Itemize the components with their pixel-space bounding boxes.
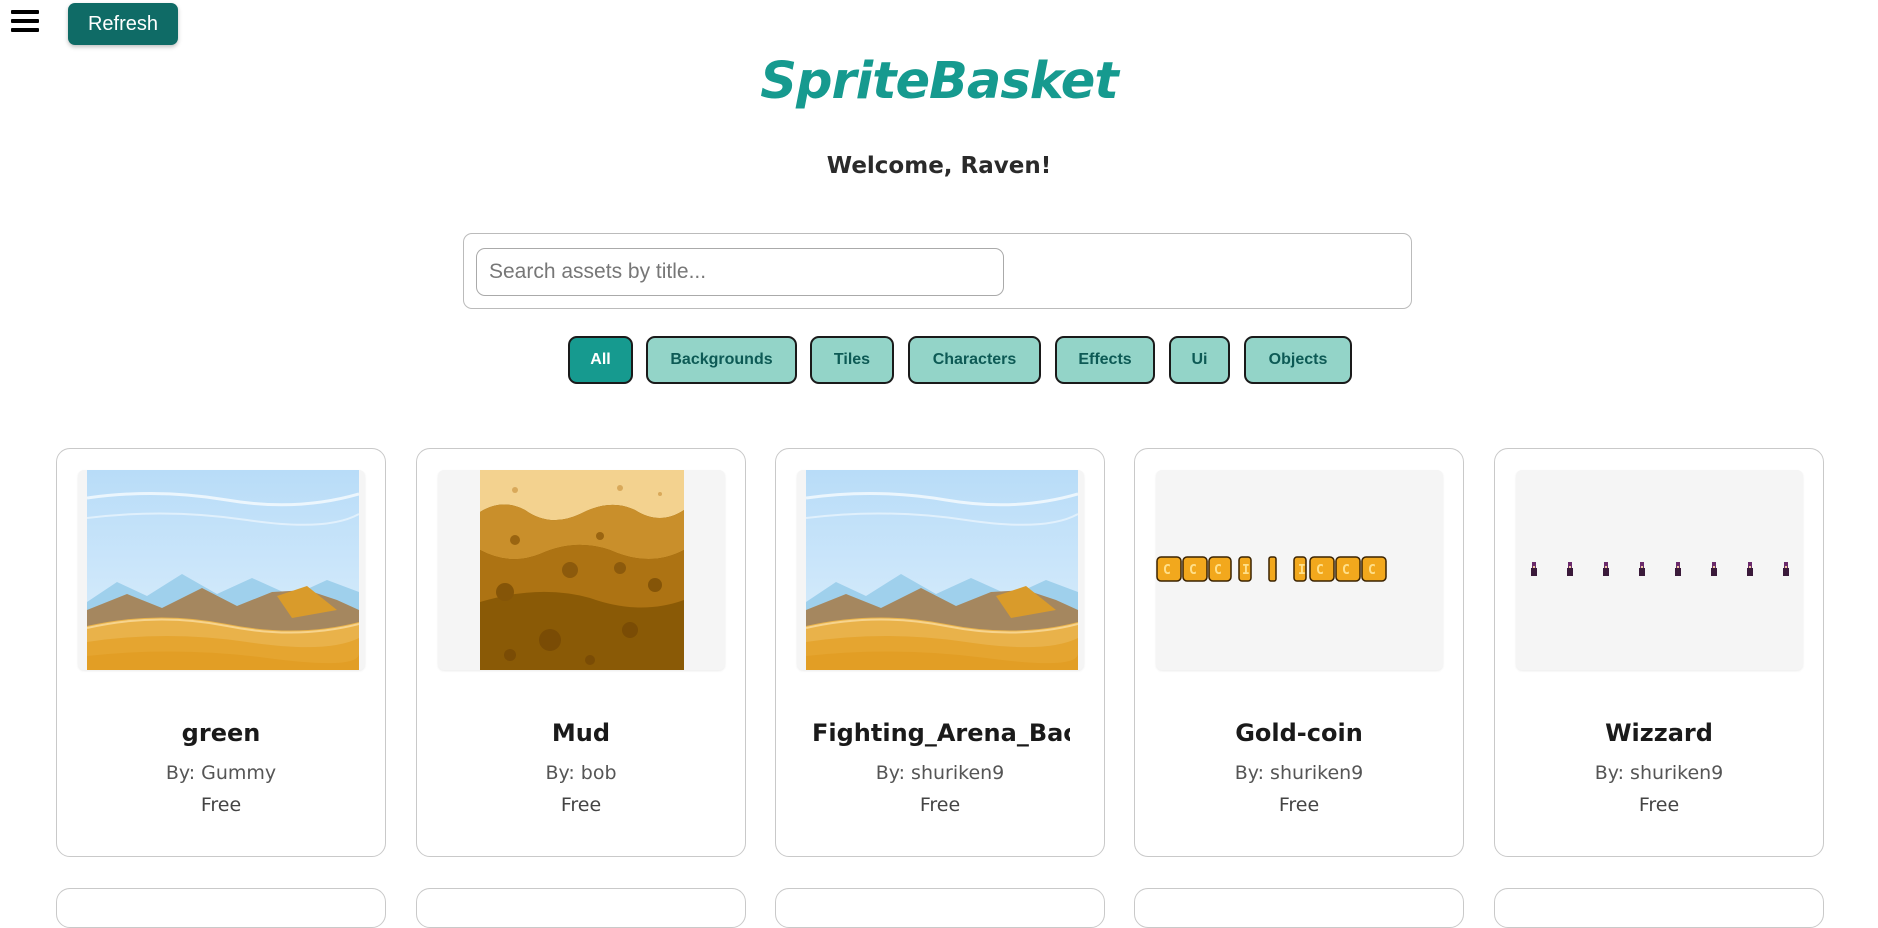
asset-price: Free	[919, 794, 961, 816]
asset-author: By: shuriken9	[1594, 762, 1724, 784]
filter-characters[interactable]: Characters	[908, 336, 1041, 384]
asset-title: Mud	[551, 719, 611, 747]
svg-text:I: I	[1298, 563, 1306, 578]
svg-text:I: I	[1242, 563, 1250, 578]
svg-text:C: C	[1316, 563, 1324, 578]
filter-ui[interactable]: Ui	[1169, 336, 1230, 384]
svg-text:C: C	[1342, 563, 1350, 578]
asset-card[interactable]	[56, 888, 386, 928]
refresh-button[interactable]: Refresh	[68, 3, 178, 45]
asset-title: Wizzard	[1605, 719, 1713, 747]
svg-text:C: C	[1214, 563, 1222, 578]
filter-tiles[interactable]: Tiles	[810, 336, 894, 384]
desert-background-thumbnail	[797, 470, 1084, 670]
filter-effects[interactable]: Effects	[1055, 336, 1155, 384]
asset-author: By: bob	[545, 762, 617, 784]
asset-card[interactable]	[1494, 888, 1824, 928]
asset-card[interactable]: C C C I I C C C Gold-coin By: shuriken9 Free	[1134, 448, 1464, 857]
asset-author: By: Gummy	[165, 762, 277, 784]
app-logo: SpriteBasket	[760, 52, 1119, 111]
wizard-spritesheet-thumbnail	[1516, 470, 1803, 670]
asset-title: Fighting_Arena_Background	[812, 719, 1070, 747]
asset-card[interactable]: Fighting_Arena_Background By: shuriken9 …	[775, 448, 1105, 857]
svg-text:C: C	[1189, 563, 1197, 578]
asset-card[interactable]	[1134, 888, 1464, 928]
asset-card[interactable]: Wizzard By: shuriken9 Free	[1494, 448, 1824, 857]
filter-objects[interactable]: Objects	[1244, 336, 1352, 384]
search-input[interactable]	[476, 248, 1004, 296]
welcome-message: Welcome, Raven!	[826, 153, 1052, 179]
asset-title: green	[181, 719, 261, 747]
hamburger-menu-icon[interactable]	[11, 10, 39, 38]
asset-author: By: shuriken9	[875, 762, 1005, 784]
asset-card[interactable]: Mud By: bob Free	[416, 448, 746, 857]
asset-price: Free	[1278, 794, 1320, 816]
asset-price: Free	[1638, 794, 1680, 816]
gold-coin-spritesheet-thumbnail: CCC II CCC	[1156, 470, 1443, 670]
filter-backgrounds[interactable]: Backgrounds	[646, 336, 797, 384]
svg-text:C: C	[1368, 563, 1376, 578]
filter-all[interactable]: All	[568, 336, 633, 384]
desert-background-thumbnail	[78, 470, 365, 670]
asset-card[interactable]	[416, 888, 746, 928]
mud-tile-thumbnail	[438, 470, 725, 670]
asset-title: Gold-coin	[1235, 719, 1363, 747]
asset-card[interactable]: green By: Gummy Free	[56, 448, 386, 857]
asset-card[interactable]	[775, 888, 1105, 928]
svg-text:C: C	[1163, 563, 1171, 578]
asset-price: Free	[560, 794, 602, 816]
asset-price: Free	[200, 794, 242, 816]
search-container	[463, 233, 1412, 309]
asset-author: By: shuriken9	[1234, 762, 1364, 784]
